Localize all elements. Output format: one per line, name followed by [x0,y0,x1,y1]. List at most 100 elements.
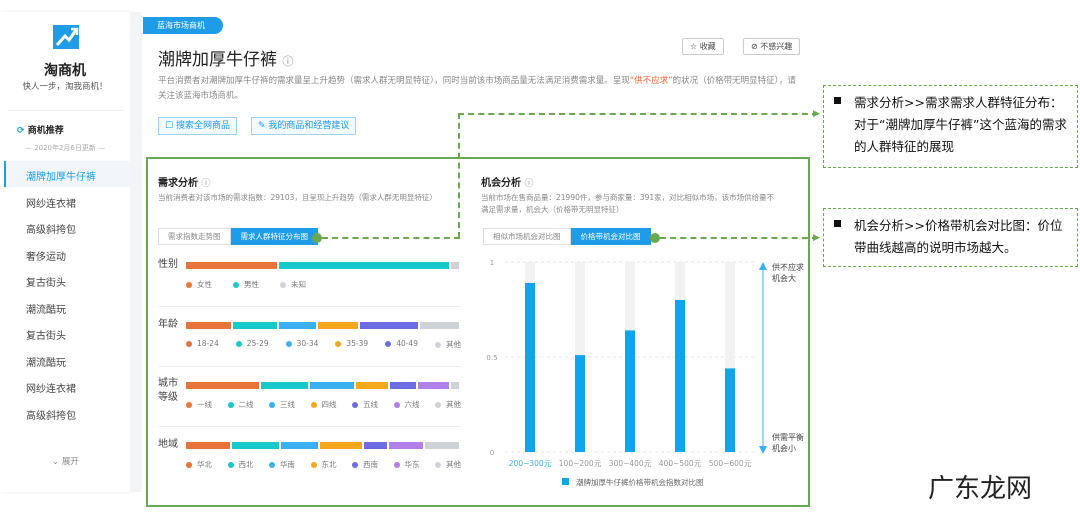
arrow-icon: ▶ [813,233,820,243]
bar [525,282,535,452]
connector-line [458,113,818,115]
bar-segment [310,382,355,389]
legend-item: 其他 [434,339,461,350]
favorite-label: 收藏 [699,42,716,51]
sidebar-item[interactable]: 奢侈运动 [26,248,66,263]
annotation-text: 机会分析>>价格带机会对比图：价位带曲线越高的说明市场越大。 [854,218,1063,255]
legend-dot-icon [227,462,234,468]
not-interested-button[interactable]: ⊘ 不感兴趣 [743,38,801,55]
legend-label: 五线 [363,400,378,409]
sidebar-item[interactable]: 高级斜挎包 [26,221,76,236]
sidebar-item[interactable]: 网纱连衣裙 [26,195,76,210]
bar [575,355,585,452]
favorite-button[interactable]: ☆ 收藏 [682,38,724,55]
help-icon[interactable]: ⓘ [282,55,293,68]
bar-segment [281,442,318,449]
sidebar-item[interactable]: 潮流酷玩 [26,301,66,316]
x-tick-label: 300~400元 [609,459,652,468]
bullet-icon [834,97,841,104]
legend-dot-icon [269,402,275,408]
bar-segment [279,262,449,269]
legend-label: 一线 [197,400,212,409]
bar-segment [318,322,358,329]
bar-segment [419,322,459,329]
legend-item: 男性 [233,279,259,290]
legend-dot-icon [393,402,400,408]
legend: 一线 二线 三线 四线 五线 六线 其他 [186,399,461,410]
page-description: 平台消费者对潮牌加厚牛仔裤的需求量呈上升趋势（需求人群无明显特征），同时当前该市… [158,74,798,104]
legend-dot-icon [186,402,192,408]
legend-item: 西北 [227,459,254,470]
tab-demand-trend[interactable]: 需求指数走势图 [158,228,231,245]
bullet-icon [834,220,841,227]
x-tick-label: 400~500元 [659,459,702,468]
sidebar-item[interactable]: 高级斜挎包 [26,407,76,422]
watermark: 广东龙网 [928,474,1033,504]
legend-dot-icon [227,402,234,408]
content-gutter [130,12,142,492]
legend-item: 30-34 [285,339,318,350]
legend-label: 40-49 [396,339,418,348]
legend-item: 40-49 [385,339,418,350]
bar-segment [186,442,231,449]
search-doc-icon: ☐ [165,121,174,131]
tab-price-band[interactable]: 价格带机会对比图 [570,228,651,245]
desc-text: 平台消费者对潮牌加厚牛仔裤的需求量呈上升趋势（需求人群无明显特征），同时当前该市… [158,76,630,86]
legend-item: 西南 [352,459,378,470]
legend-label: 六线 [404,400,420,409]
distribution-bar [186,322,459,329]
sidebar-item[interactable]: 复古街头 [26,274,66,289]
connector-dot [312,233,322,243]
bar-segment [186,262,278,269]
tab-demand-crowd[interactable]: 需求人群特征分布图 [230,228,318,245]
legend-dot-icon [352,402,358,408]
bar-segment [186,382,260,389]
bar-segment [363,442,388,449]
sidebar-item[interactable]: 潮牌加厚牛仔裤 [26,168,96,183]
legend-item: 女性 [186,279,212,290]
sidebar-item[interactable]: 网纱连衣裙 [26,380,76,395]
legend-item: 二线 [227,399,254,410]
row-label: 地域 [158,439,178,450]
legend-dot-icon [393,462,400,468]
arrow-down-icon [759,446,767,454]
expand-button[interactable]: ⌄ 展开 [52,455,79,467]
arrow-up-icon [759,262,767,270]
search-all-button[interactable]: ☐ 搜索全网商品 [158,117,237,135]
legend-dot-icon [233,282,239,288]
help-icon[interactable]: ⓘ [201,179,210,189]
sidebar-item[interactable]: 潮流酷玩 [26,354,66,369]
y-tick-label: 1 [490,259,494,267]
my-advice-button[interactable]: ✎ 我的商品和经营建议 [251,117,357,135]
bar-segment [389,382,416,389]
bottom-label: 供需平衡机会小 [772,432,804,453]
legend-label: 三线 [280,400,295,409]
legend-item: 25-29 [235,339,269,350]
logo-chart-icon [53,25,79,49]
legend-label: 二线 [238,400,254,409]
legend-dot-icon [435,462,441,468]
help-icon[interactable]: ⓘ [524,179,533,189]
row-label: 年龄 [158,319,178,330]
sidebar-item[interactable]: 复古街头 [26,327,66,342]
tab-similar-market[interactable]: 相似市场机会对比图 [483,228,571,245]
expand-label: 展开 [61,457,79,467]
divider [8,110,123,111]
legend-item: 未知 [280,279,306,290]
legend-dot-icon [385,341,392,347]
price-band-chart: 0 0.5 1 200~300元 100~200元 300~400元 400~500元 500… [486,259,804,487]
connector-line [458,113,460,238]
legend-item: 四线 [310,399,337,410]
legend-item: 华北 [186,459,212,470]
category-tag: 蓝海市场商机 [143,17,223,34]
opportunity-tabs: 相似市场机会对比图 价格带机会对比图 [483,228,651,245]
legend-dot-icon [186,341,192,347]
legend-item: 35-39 [335,339,368,350]
x-tick-label: 500~600元 [709,459,752,468]
divider [158,366,461,367]
legend: 女性 男性 未知 [186,279,306,290]
legend-label: 四线 [321,400,337,409]
legend-label: 潮牌加厚牛仔裤价格带机会指数对比图 [576,477,704,487]
legend-item: 五线 [352,399,378,410]
distribution-bar [186,382,459,389]
